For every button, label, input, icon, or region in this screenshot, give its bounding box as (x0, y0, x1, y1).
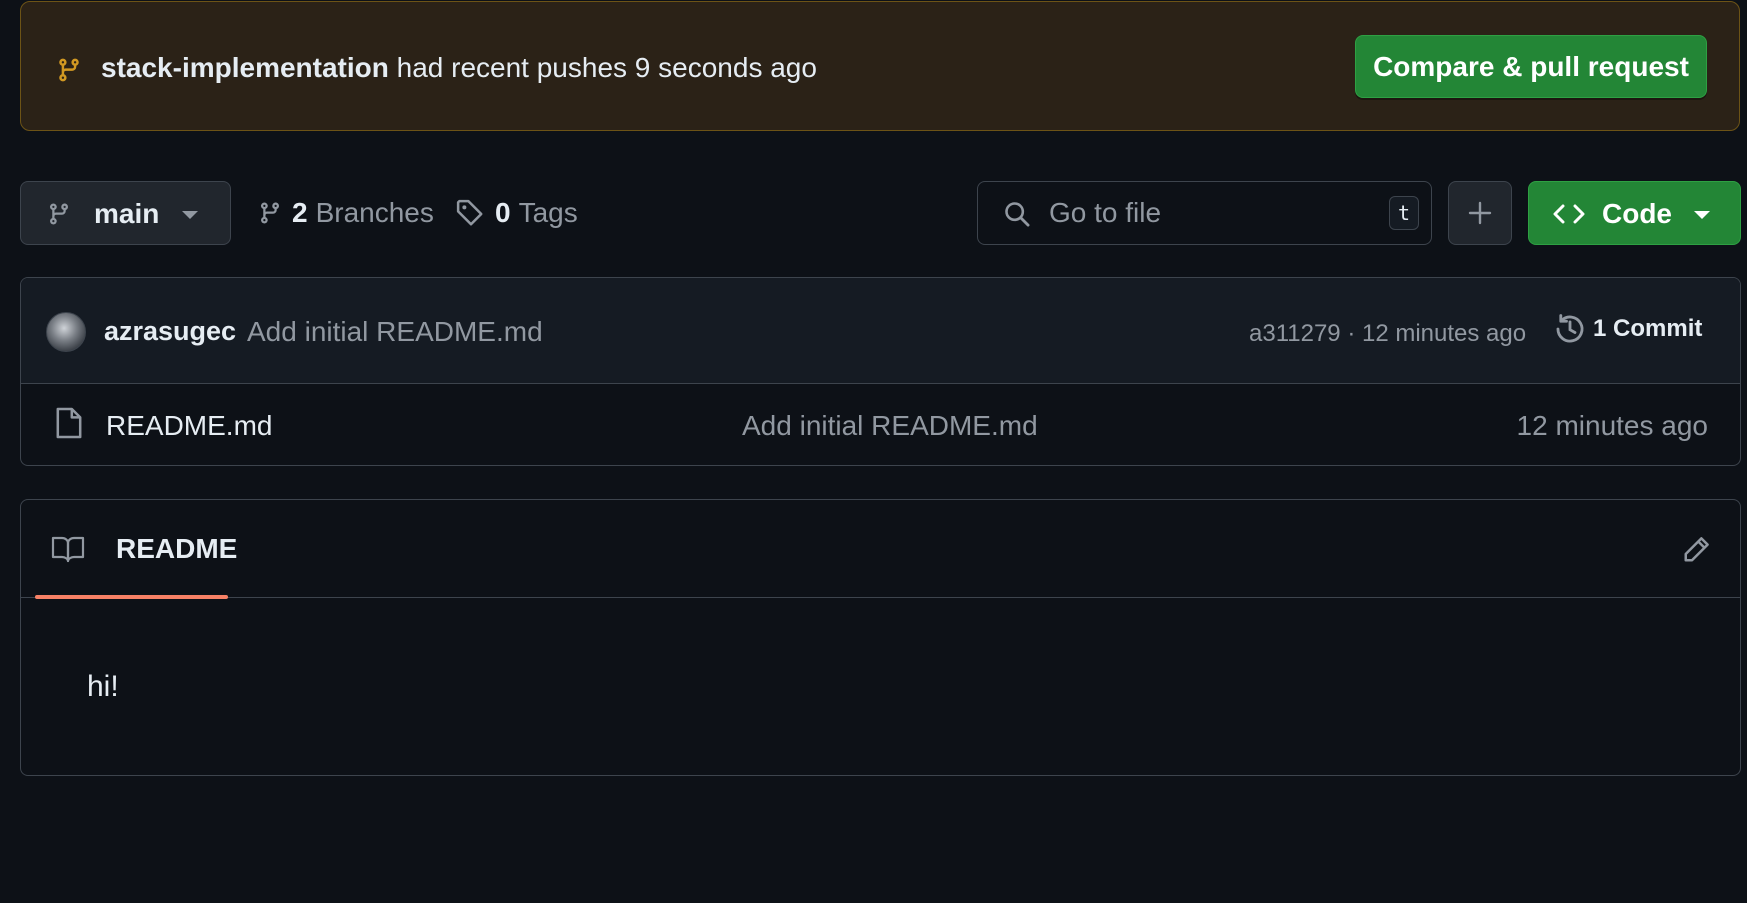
banner-message: had recent pushes 9 seconds ago (388, 52, 817, 83)
keyboard-shortcut-hint: t (1389, 196, 1419, 230)
commit-author[interactable]: azrasugec (104, 316, 236, 347)
compare-pull-request-button[interactable]: Compare & pull request (1355, 35, 1707, 98)
active-tab-indicator (35, 595, 228, 599)
git-branch-icon (258, 200, 282, 226)
tags-label: Tags (518, 197, 578, 228)
git-branch-icon (56, 56, 82, 84)
file-commit-message[interactable]: Add initial README.md (742, 410, 1038, 442)
banner-text: stack-implementation had recent pushes 9… (101, 52, 817, 84)
commit-hash-time[interactable]: a311279 · 12 minutes ago (1249, 320, 1526, 348)
tags-count: 0 (495, 197, 511, 228)
chevron-down-icon (181, 210, 199, 220)
git-branch-icon (47, 201, 71, 227)
file-updated-time: 12 minutes ago (1516, 410, 1708, 441)
edit-readme-button[interactable] (1679, 531, 1715, 567)
branch-name: main (94, 198, 160, 229)
branches-link[interactable]: 2 Branches (258, 181, 434, 245)
branch-selector-button[interactable]: main (20, 181, 231, 245)
file-name-link[interactable]: README.md (106, 410, 272, 442)
search-icon (1003, 200, 1031, 228)
commit-message[interactable]: Add initial README.md (247, 316, 543, 348)
readme-header: README (21, 500, 1740, 599)
file-browser: azrasugec Add initial README.md a311279 … (20, 277, 1741, 466)
add-file-button[interactable] (1448, 181, 1512, 245)
readme-panel: README hi! (20, 499, 1741, 776)
tab-readme[interactable]: README (35, 500, 237, 599)
readme-tab-label: README (116, 533, 238, 564)
code-button[interactable]: Code (1528, 181, 1741, 245)
chevron-down-icon (1693, 210, 1711, 220)
commits-count-label: 1 Commit (1593, 315, 1703, 342)
table-row[interactable]: README.md Add initial README.md 12 minut… (21, 384, 1740, 465)
tag-icon (455, 198, 485, 228)
pencil-icon (1682, 534, 1712, 564)
avatar[interactable] (46, 312, 86, 352)
recent-push-banner: stack-implementation had recent pushes 9… (20, 1, 1740, 131)
plus-icon (1468, 201, 1492, 225)
latest-commit-row: azrasugec Add initial README.md a311279 … (21, 278, 1740, 384)
tags-link[interactable]: 0 Tags (455, 181, 578, 245)
branches-count: 2 (292, 197, 308, 228)
file-icon (55, 406, 83, 440)
code-icon (1553, 202, 1585, 226)
search-input[interactable] (1049, 192, 1369, 234)
readme-content: hi! (87, 670, 119, 703)
book-icon (51, 534, 85, 564)
commits-history-link[interactable]: 1 Commit (1553, 312, 1702, 346)
banner-branch-name[interactable]: stack-implementation (101, 52, 389, 83)
history-icon (1553, 312, 1587, 346)
code-label: Code (1602, 198, 1672, 229)
branches-label: Branches (315, 197, 434, 228)
go-to-file-search[interactable]: t (977, 181, 1432, 245)
